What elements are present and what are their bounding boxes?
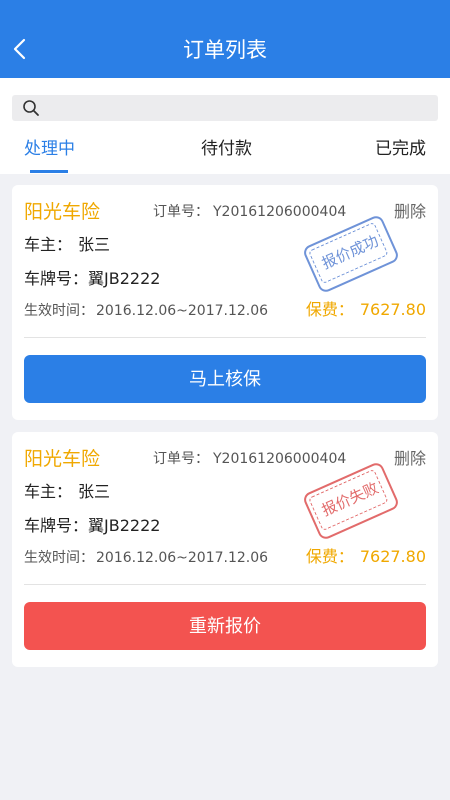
order-number: 订单号： Y20161206000404 — [153, 449, 346, 469]
order-card: 阳光车险 订单号： Y20161206000404 删除 车主： 张三 车牌号：翼J… — [12, 185, 438, 420]
effective-period: 生效时间： 2016.12.06~2017.12.06 — [24, 548, 268, 568]
effective-label: 生效时间： — [24, 303, 94, 319]
order-number: 订单号： Y20161206000404 — [153, 202, 346, 222]
owner-value: 张三 — [78, 482, 111, 501]
order-number-value: Y20161206000404 — [213, 204, 347, 220]
search-icon — [23, 100, 39, 116]
plate-value: 翼JB2222 — [88, 516, 161, 535]
divider — [24, 584, 426, 585]
premium: 保费： 7627.80 — [306, 546, 426, 568]
premium-label: 保费： — [305, 300, 354, 319]
effective-period: 生效时间： 2016.12.06~2017.12.06 — [24, 301, 268, 321]
plate-value: 翼JB2222 — [88, 269, 161, 288]
insurance-company: 阳光车险 — [24, 201, 101, 223]
car-owner: 车主： 张三 — [24, 234, 110, 256]
premium: 保费： 7627.80 — [306, 299, 426, 321]
active-tab-indicator — [30, 170, 68, 173]
order-card: 阳光车险 订单号： Y20161206000404 删除 车主： 张三 车牌号：翼J… — [12, 432, 438, 667]
license-plate: 车牌号：翼JB2222 — [24, 515, 160, 537]
app-header: 订单列表 — [0, 0, 450, 78]
requote-button[interactable]: 重新报价 — [24, 602, 426, 650]
effective-label: 生效时间： — [24, 550, 94, 566]
owner-label: 车主： — [24, 235, 73, 254]
divider — [24, 337, 426, 338]
plate-label: 车牌号： — [24, 516, 89, 535]
delete-button[interactable]: 删除 — [394, 448, 426, 470]
owner-label: 车主： — [24, 482, 73, 501]
premium-label: 保费： — [305, 547, 354, 566]
premium-value: 7627.80 — [359, 300, 426, 319]
underwrite-now-button[interactable]: 马上核保 — [24, 355, 426, 403]
search-input[interactable] — [12, 95, 438, 121]
quote-success-stamp: 报价成功 — [301, 213, 401, 295]
tab-completed[interactable]: 已完成 — [375, 138, 426, 160]
effective-value: 2016.12.06~2017.12.06 — [96, 550, 269, 566]
delete-button[interactable]: 删除 — [394, 201, 426, 223]
car-owner: 车主： 张三 — [24, 481, 110, 503]
page-title: 订单列表 — [183, 38, 267, 62]
license-plate: 车牌号：翼JB2222 — [24, 268, 160, 290]
order-number-label: 订单号： — [153, 451, 209, 467]
quote-failed-stamp: 报价失败 — [301, 460, 401, 542]
order-number-label: 订单号： — [153, 204, 209, 220]
effective-value: 2016.12.06~2017.12.06 — [96, 303, 269, 319]
tab-unpaid[interactable]: 待付款 — [201, 138, 252, 160]
search-and-tabs: 处理中 待付款 已完成 — [0, 78, 450, 174]
plate-label: 车牌号： — [24, 269, 89, 288]
insurance-company: 阳光车险 — [24, 448, 101, 470]
tab-processing[interactable]: 处理中 — [24, 138, 75, 160]
order-number-value: Y20161206000404 — [213, 451, 347, 467]
owner-value: 张三 — [78, 235, 111, 254]
premium-value: 7627.80 — [359, 547, 426, 566]
